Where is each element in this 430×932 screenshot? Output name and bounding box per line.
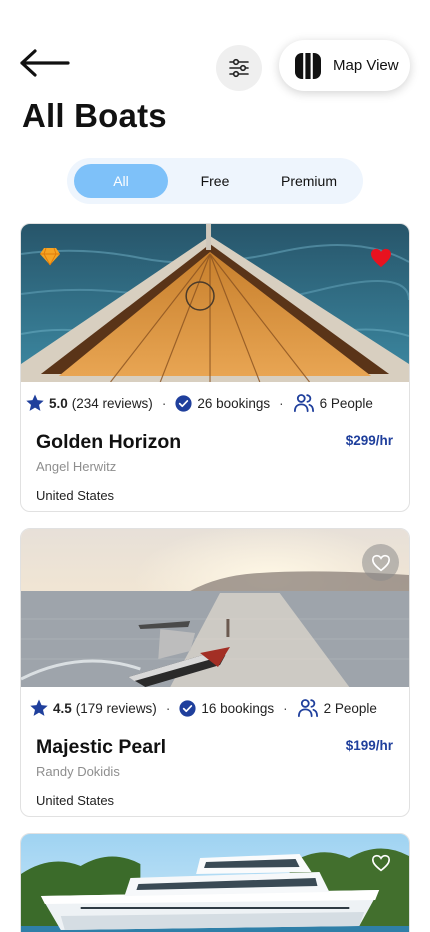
boat-photo: [21, 529, 409, 687]
boat-location: United States: [36, 793, 115, 808]
rating-value: 5.0: [49, 395, 68, 411]
boat-card[interactable]: 4.5 (179 reviews) · 16 bookings · 2 Peop…: [20, 528, 410, 817]
boat-location: United States: [36, 488, 115, 503]
check-circle-icon: [175, 394, 192, 412]
heart-icon: [370, 248, 391, 267]
arrow-left-icon: [20, 49, 70, 77]
boat-info: Majestic Pearl $199/hr Randy Dokidis Uni…: [21, 729, 409, 816]
boat-card[interactable]: [20, 833, 410, 932]
boat-info: Golden Horizon $299/hr Angel Herwitz Uni…: [21, 424, 409, 511]
boat-photo: [21, 834, 409, 932]
capacity: 6 People: [319, 395, 373, 411]
bookings-count: 16 bookings: [201, 700, 275, 716]
favorite-button[interactable]: [362, 844, 399, 881]
map-view-label: Map View: [333, 57, 399, 74]
boat-stats: 4.5 (179 reviews) · 16 bookings · 2 Peop…: [21, 687, 409, 729]
separator-dot: ·: [165, 700, 171, 716]
bookings-count: 26 bookings: [197, 395, 271, 411]
favorite-button[interactable]: [362, 239, 399, 276]
tab-free[interactable]: Free: [168, 164, 262, 198]
check-circle-icon: [179, 699, 196, 717]
map-columns-icon: [295, 52, 321, 79]
map-view-button[interactable]: Map View: [279, 40, 410, 91]
rating-value: 4.5: [53, 700, 72, 716]
tab-all[interactable]: All: [74, 164, 168, 198]
boat-name[interactable]: Golden Horizon: [36, 431, 181, 454]
boat-price: $199/hr: [345, 738, 393, 753]
star-icon: [26, 394, 44, 411]
review-count[interactable]: (179 reviews): [76, 701, 157, 716]
separator-dot: ·: [161, 395, 167, 411]
star-icon: [30, 699, 48, 716]
boat-name[interactable]: Majestic Pearl: [36, 736, 166, 759]
heart-icon: [371, 854, 390, 871]
boat-owner: Angel Herwitz: [36, 459, 117, 474]
tab-premium[interactable]: Premium: [262, 164, 356, 198]
capacity: 2 People: [323, 700, 377, 716]
page-title: All Boats: [22, 97, 167, 134]
back-button[interactable]: [18, 48, 72, 80]
review-count[interactable]: (234 reviews): [72, 396, 153, 411]
favorite-button[interactable]: [362, 544, 399, 581]
boat-photo: [21, 224, 409, 382]
category-tabs: All Free Premium: [67, 158, 363, 204]
heart-icon: [371, 554, 390, 571]
boat-stats: 5.0 (234 reviews) · 26 bookings · 6 Peop…: [21, 382, 409, 424]
people-icon: [297, 699, 318, 718]
sliders-icon: [229, 58, 249, 78]
boat-owner: Randy Dokidis: [36, 764, 120, 779]
boat-card[interactable]: 5.0 (234 reviews) · 26 bookings · 6 Peop…: [20, 223, 410, 512]
people-icon: [293, 394, 314, 413]
boat-price: $299/hr: [345, 433, 393, 448]
premium-gem-icon: [40, 247, 60, 266]
filter-button[interactable]: [216, 45, 262, 91]
separator-dot: ·: [283, 700, 288, 716]
separator-dot: ·: [279, 395, 284, 411]
